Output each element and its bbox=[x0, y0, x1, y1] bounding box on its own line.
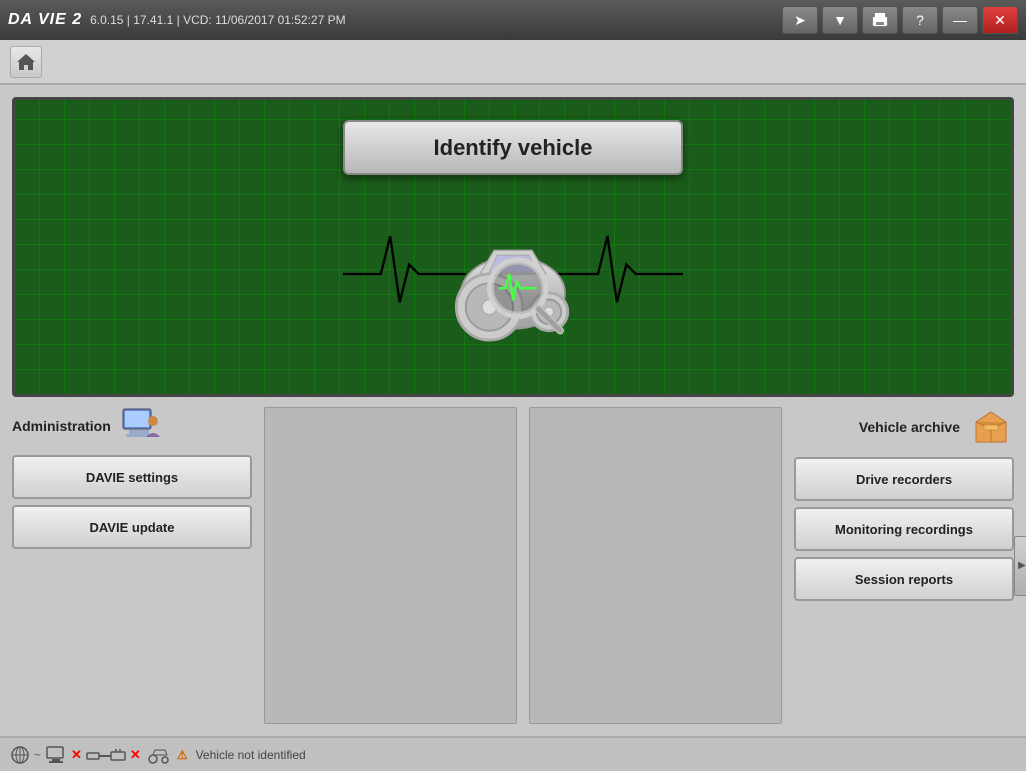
admin-header: Administration bbox=[12, 407, 252, 445]
minimize-button[interactable]: — bbox=[942, 6, 978, 34]
monitoring-recordings-button[interactable]: Monitoring recordings bbox=[794, 507, 1014, 551]
drive-recorders-button[interactable]: Drive recorders bbox=[794, 457, 1014, 501]
forward-button[interactable]: ➤ bbox=[782, 6, 818, 34]
scanner-panel: Identify vehicle bbox=[12, 97, 1014, 397]
davie-settings-button[interactable]: DAVIE settings bbox=[12, 455, 252, 499]
pc-status-x: ✕ bbox=[71, 747, 82, 763]
archive-icon bbox=[968, 407, 1014, 447]
status-icons: ~ ✕ ✕ ⚠ bbox=[10, 745, 188, 765]
dropdown-button[interactable]: ▼ bbox=[822, 6, 858, 34]
tractor-status-icon bbox=[145, 745, 173, 765]
close-button[interactable]: ✕ bbox=[982, 6, 1018, 34]
admin-panel: Administration DAVIE settings DAVIE upda… bbox=[12, 407, 252, 724]
archive-header: Vehicle archive bbox=[794, 407, 1014, 447]
identify-vehicle-button[interactable]: Identify vehicle bbox=[343, 120, 683, 175]
middle-panel-2 bbox=[529, 407, 782, 724]
middle-panel-1 bbox=[264, 407, 517, 724]
scroll-indicator[interactable]: ▶ bbox=[1014, 536, 1026, 596]
admin-title: Administration bbox=[12, 418, 111, 434]
cable-icon bbox=[86, 745, 126, 765]
archive-panel: Vehicle archive Drive recorders Monitori… bbox=[794, 407, 1014, 724]
navbar bbox=[0, 40, 1026, 85]
cable-status-x: ✕ bbox=[130, 747, 141, 763]
home-button[interactable] bbox=[10, 46, 42, 78]
davie-update-button[interactable]: DAVIE update bbox=[12, 505, 252, 549]
pc-icon bbox=[45, 745, 67, 765]
network-label: ~ bbox=[34, 748, 41, 762]
session-reports-button[interactable]: Session reports bbox=[794, 557, 1014, 601]
title-bar: DA VIE 2 6.0.15 | 17.41.1 | VCD: 11/06/2… bbox=[0, 0, 1026, 40]
archive-title: Vehicle archive bbox=[859, 419, 960, 435]
app-logo: DA VIE 2 bbox=[8, 11, 82, 29]
print-button[interactable] bbox=[862, 6, 898, 34]
statusbar: ~ ✕ ✕ ⚠ Vehicle not identified bbox=[0, 736, 1026, 771]
help-button[interactable]: ? bbox=[902, 6, 938, 34]
main-content: Identify vehicle bbox=[0, 85, 1026, 736]
warning-icon: ⚠ bbox=[177, 748, 188, 762]
titlebar-buttons: ➤ ▼ ? — ✕ bbox=[782, 6, 1018, 34]
admin-icon bbox=[119, 407, 161, 445]
version-info: 6.0.15 | 17.41.1 | VCD: 11/06/2017 01:52… bbox=[90, 13, 774, 27]
globe-icon bbox=[10, 745, 30, 765]
status-text: Vehicle not identified bbox=[196, 748, 306, 762]
bottom-section: Administration DAVIE settings DAVIE upda… bbox=[12, 407, 1014, 724]
tractor-graphic bbox=[343, 194, 683, 354]
